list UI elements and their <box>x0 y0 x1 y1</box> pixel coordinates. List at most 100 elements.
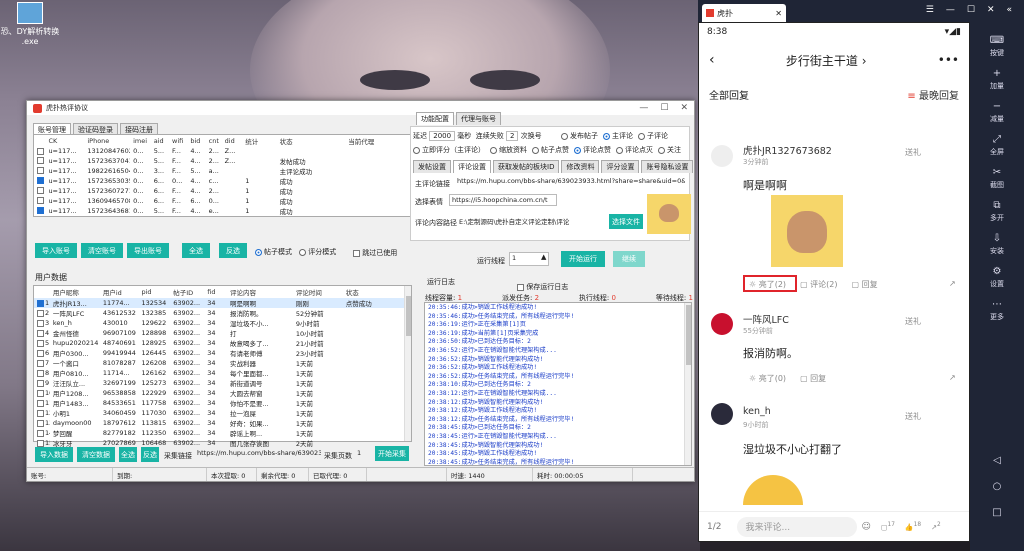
collect-link-input[interactable]: https://m.hupu.com/bbs-share/639023 <box>195 448 321 460</box>
row-checkbox[interactable]: 7 <box>34 206 45 216</box>
table-row[interactable]: 1 虎扑JR13... 11774... 132534 63902... 34 啊是啊啊 刚刚… <box>34 298 411 308</box>
sub-tab[interactable]: 账号隐私设置 <box>641 160 694 173</box>
minimize-icon[interactable]: — <box>639 103 648 113</box>
sidebar-item[interactable]: ⤢ 全屏 <box>970 129 1024 162</box>
column-header[interactable]: wifi <box>169 135 187 147</box>
nav-icon[interactable]: ◁ <box>970 447 1024 473</box>
like-button[interactable]: ☼ 亮了(2) <box>749 279 786 290</box>
table-row[interactable]: 4 金州怪德 96907109 128898 63902... 34 打 10小时前 <box>34 328 411 338</box>
comment-image[interactable] <box>771 195 843 267</box>
row-checkbox[interactable]: 6 <box>34 196 45 206</box>
column-header[interactable]: 当前代理 <box>345 135 414 147</box>
fail-input[interactable]: 2 <box>505 131 519 141</box>
column-header[interactable] <box>34 135 45 147</box>
table-row[interactable]: 7 一个酱口 81078287 126208 63902... 34 实战利器 1天前 <box>34 358 411 368</box>
more-icon[interactable]: ••• <box>938 53 959 67</box>
row-checkbox[interactable]: 13 <box>34 418 50 428</box>
comment-mode-radio[interactable]: 评分模式 <box>299 247 336 257</box>
row-checkbox[interactable]: 1 <box>34 147 45 156</box>
row-checkbox[interactable]: 12 <box>34 408 50 418</box>
back-icon[interactable]: ‹ <box>709 52 715 68</box>
skip-used-checkbox[interactable]: 跳过已使用 <box>353 248 397 258</box>
table-row[interactable]: 14梦回醒 82779182 112350 63902... 34 辟谣上啊... 1天前 <box>34 428 411 438</box>
close-icon[interactable]: ✕ <box>987 5 995 15</box>
table-row[interactable]: 11用户1483... 84533651 117758 63902... 34 你怕不是要… <box>34 398 411 408</box>
nav-icon[interactable]: □ <box>970 499 1024 525</box>
start-run-button[interactable]: 开始运行 <box>561 251 605 267</box>
tab-close-icon[interactable]: ✕ <box>775 9 782 18</box>
table-row[interactable]: 3u=117... 198226165040... 3... F... 5... a...… <box>34 166 414 176</box>
right-tab-1[interactable]: 代理与账号 <box>456 112 501 125</box>
select-all-accounts-button[interactable]: 全选 <box>182 243 210 258</box>
post-mode-radio[interactable]: 帖子模式 <box>255 247 292 257</box>
share-icon[interactable]: ↗ <box>949 279 956 288</box>
threads-stepper-icon[interactable]: ▲ <box>541 253 546 261</box>
row-checkbox[interactable]: 6 <box>34 348 50 358</box>
avatar[interactable] <box>711 145 733 167</box>
column-header[interactable]: 评论时间 <box>293 286 343 298</box>
column-header[interactable]: pid <box>138 286 170 298</box>
comment-count-icon[interactable]: ▢17 <box>881 522 895 531</box>
column-header[interactable]: 状态 <box>343 286 411 298</box>
sort-latest-button[interactable]: ≡ 最晚回复 <box>907 87 959 102</box>
emulator-tab[interactable]: 虎扑 ✕ <box>702 4 786 22</box>
action-radio[interactable]: 立即评分（主评论） <box>413 145 485 155</box>
action-radio[interactable]: 缩放资料 <box>490 145 527 155</box>
gift-button[interactable]: 送礼 <box>905 316 921 327</box>
column-header[interactable]: imei <box>130 135 151 147</box>
invert-users-button[interactable]: 反选 <box>141 447 159 462</box>
reply-button[interactable]: ▢ 回复 <box>852 279 878 290</box>
table-row[interactable]: 6 用户0300... 99419944 126445 63902... 34 有请老师傅 2… <box>34 348 411 358</box>
column-header[interactable]: 状态 <box>277 135 346 147</box>
thumb-icon[interactable]: 👍18 <box>905 522 921 531</box>
nav-icon[interactable]: ○ <box>970 473 1024 499</box>
table-row[interactable]: 1u=117... 131208476020... 5... F... 4... 2...… <box>34 147 414 156</box>
sub-tab[interactable]: 修改资料 <box>561 160 600 173</box>
path-input[interactable]: E:\定制源码\虎扑自定义评论定制\评论 <box>457 215 607 227</box>
main-comment-link-input[interactable]: https://m.hupu.com/bbs-share/639023933.h… <box>455 176 685 188</box>
save-log-checkbox[interactable]: 保存运行日志 <box>517 282 568 292</box>
column-header[interactable]: CK <box>45 135 84 147</box>
comment-user[interactable]: 一阵风LFC <box>743 312 789 326</box>
action-radio[interactable]: 评论点赞 <box>574 145 611 155</box>
table-row[interactable]: 2u=117... 157236370410... 5... F... 4... 2...… <box>34 156 414 166</box>
action-radio[interactable]: 评论点灭 <box>616 145 653 155</box>
choose-file-button[interactable]: 选择文件 <box>609 214 643 229</box>
row-checkbox[interactable]: 14 <box>34 428 50 438</box>
sidebar-item[interactable]: ✂ 截图 <box>970 162 1024 195</box>
avatar[interactable] <box>711 403 733 425</box>
avatar[interactable] <box>711 313 733 335</box>
emoji-icon[interactable]: ☺ <box>861 522 870 532</box>
sidebar-item[interactable]: ⚙ 设置 <box>970 261 1024 294</box>
clear-data-button[interactable]: 清空数据 <box>77 447 115 462</box>
table-row[interactable]: 4u=117...157236530350...6...0...4...c...… <box>34 176 414 186</box>
table-row[interactable]: 6u=117...136094657080...6...F...6...0...… <box>34 196 414 206</box>
row-checkbox[interactable]: 1 <box>34 298 50 308</box>
board-title[interactable]: 步行街主干道 › <box>786 52 867 69</box>
maximize-icon[interactable]: ☐ <box>967 5 975 15</box>
column-header[interactable]: 用户id <box>100 286 139 298</box>
sub-tab[interactable]: 获取发帖的板块ID <box>493 160 560 173</box>
select-all-users-button[interactable]: 全选 <box>119 447 137 462</box>
continue-button[interactable]: 继续 <box>613 251 645 267</box>
column-header[interactable]: 用户昵称 <box>50 286 100 298</box>
gift-button[interactable]: 送礼 <box>905 147 921 158</box>
sidebar-item[interactable]: ⇩ 安装 <box>970 228 1024 261</box>
table-row[interactable]: 12小明1 34060459 117030 63902... 34 拉一泡屎 1天前 <box>34 408 411 418</box>
reply-button[interactable]: ▢ 回复 <box>800 373 826 384</box>
function-radio[interactable]: 发布帖子 <box>561 131 598 141</box>
maximize-icon[interactable]: ☐ <box>660 103 668 113</box>
log-scrollbar[interactable] <box>684 303 691 465</box>
row-checkbox[interactable]: 5 <box>34 186 45 196</box>
sidebar-item[interactable]: ⧉ 多开 <box>970 195 1024 228</box>
table-row[interactable]: 7u=117... 157236436810... 5... F... 4... e...… <box>34 206 414 216</box>
sub-tab[interactable]: 评分设置 <box>601 160 640 173</box>
function-radio[interactable]: 子评论 <box>638 131 668 141</box>
collect-pages-input[interactable]: 1 <box>355 448 369 460</box>
table-row[interactable]: 3 ken_h 430010 129622 63902... 34 湿垃圾不小... 9小时前 <box>34 318 411 328</box>
delay-input[interactable]: 2000 <box>429 131 456 141</box>
table-row[interactable]: 8 用户0810... 11714... 126162 63902... 34 每个里面都.… <box>34 368 411 378</box>
column-header[interactable]: aid <box>151 135 169 147</box>
row-checkbox[interactable]: 11 <box>34 398 50 408</box>
function-radio[interactable]: 主评论 <box>603 131 633 141</box>
